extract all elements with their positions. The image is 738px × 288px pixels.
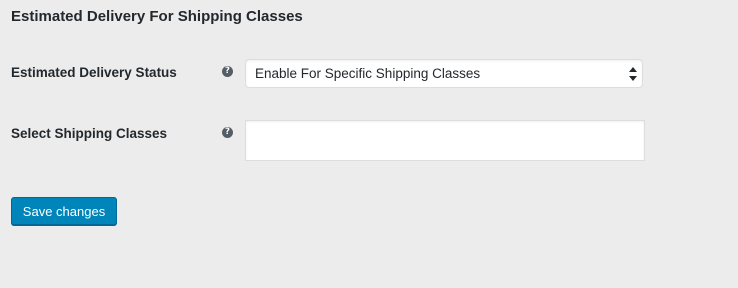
select-arrows-icon (629, 67, 637, 81)
estimated-delivery-status-select[interactable]: Enable For Specific Shipping Classes (245, 59, 643, 88)
select-shipping-classes-label: Select Shipping Classes (11, 126, 168, 141)
section-title: Estimated Delivery For Shipping Classes (11, 8, 303, 25)
select-selected-value: Enable For Specific Shipping Classes (255, 66, 481, 81)
shipping-classes-multiselect[interactable] (245, 120, 645, 161)
help-tip-icon[interactable]: ? (222, 127, 233, 138)
save-changes-button[interactable]: Save changes (11, 197, 117, 225)
help-tip-icon[interactable]: ? (222, 66, 233, 77)
estimated-delivery-status-label: Estimated Delivery Status (11, 65, 177, 80)
